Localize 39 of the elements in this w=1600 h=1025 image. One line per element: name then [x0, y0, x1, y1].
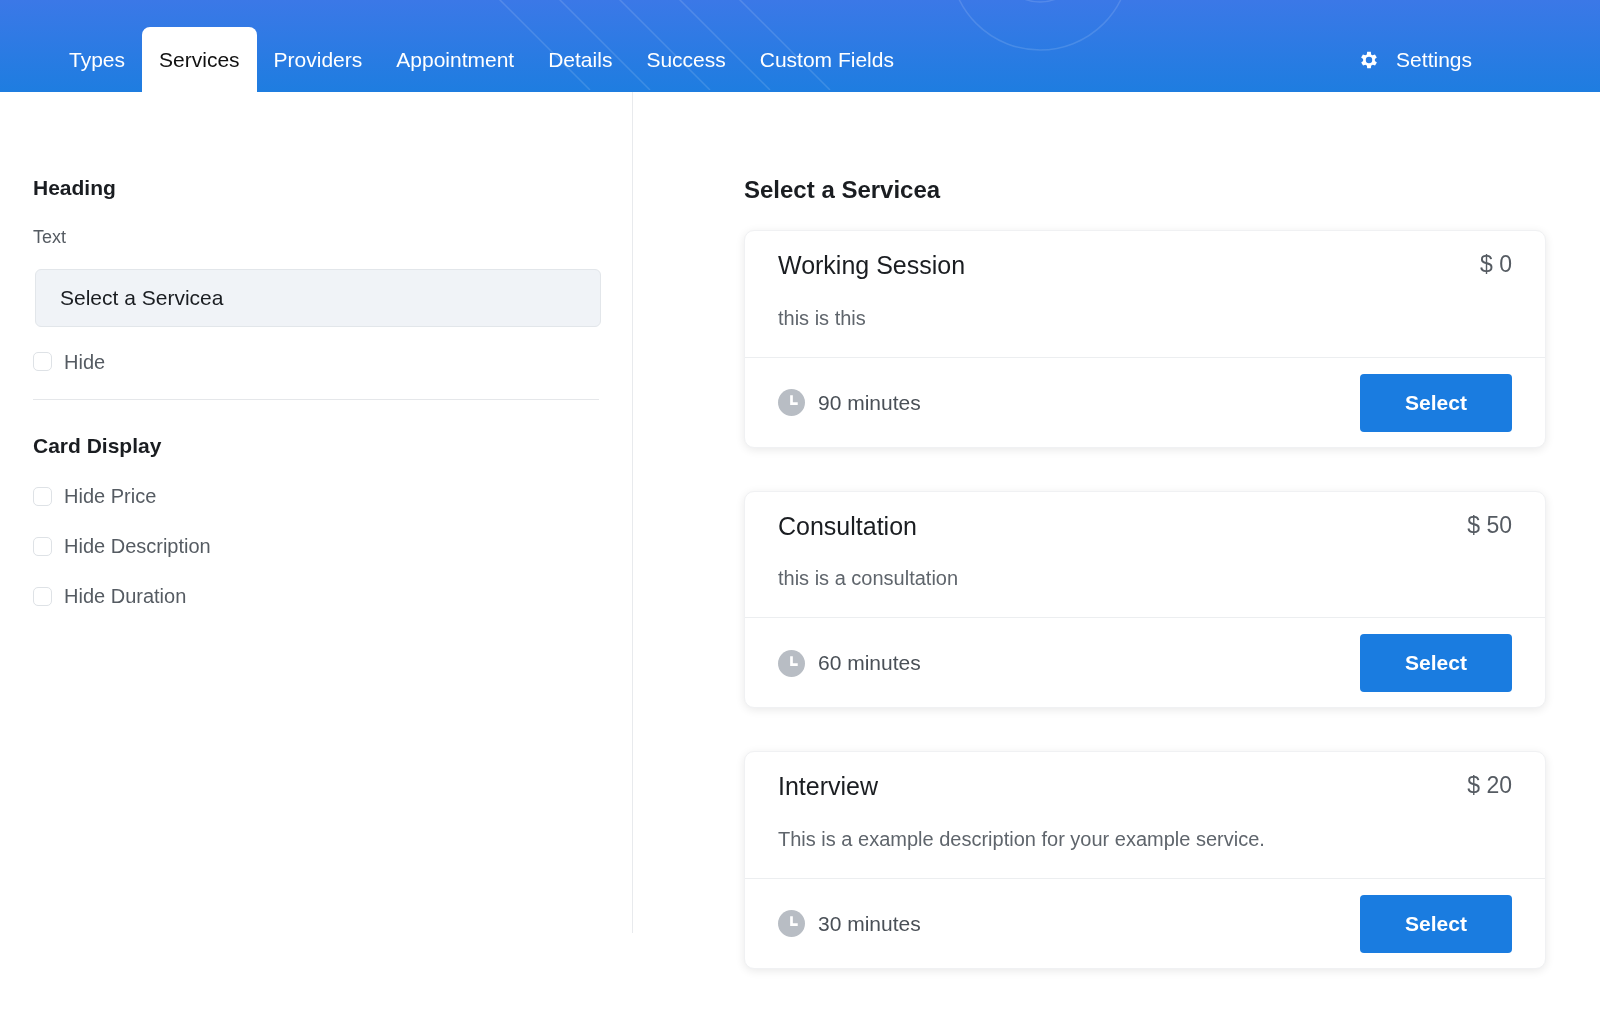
tab[interactable]: Success: [629, 27, 743, 92]
tab[interactable]: Providers: [256, 27, 380, 92]
service-name: Working Session: [778, 250, 966, 281]
clock-icon: [778, 649, 805, 677]
service-name: Consultation: [778, 510, 917, 542]
service-description: this is this: [778, 305, 867, 331]
select-button[interactable]: Select: [1360, 634, 1512, 692]
service-name: Interview: [778, 771, 879, 802]
section-title: Card Display: [33, 432, 163, 459]
field-label: Text: [33, 225, 67, 249]
checkbox-label: Hide: [64, 349, 106, 375]
service-duration: 90 minutes: [818, 389, 921, 416]
clock-icon: [778, 910, 805, 937]
checkbox-label: Hide Duration: [64, 584, 187, 609]
service-duration: 30 minutes: [818, 910, 921, 937]
text-input-field[interactable]: Select a Servicea: [35, 268, 601, 327]
checkbox-label: Hide Price: [64, 484, 157, 509]
tab[interactable]: Custom Fields: [742, 27, 911, 92]
tab[interactable]: Appointment: [379, 27, 532, 92]
select-button[interactable]: Select: [1360, 373, 1512, 432]
settings-button[interactable]: Settings: [1352, 27, 1478, 92]
checkbox[interactable]: [33, 586, 52, 606]
checkbox[interactable]: [33, 486, 52, 506]
tab[interactable]: Services: [142, 27, 257, 92]
checkbox[interactable]: [33, 536, 52, 556]
service-description: this is a consultation: [778, 566, 960, 591]
checkbox-label: Hide Description: [64, 534, 211, 559]
service-price: $ 50: [1467, 510, 1512, 540]
service-description: This is a example description for your example service.: [778, 826, 1266, 852]
select-button[interactable]: Select: [1360, 894, 1512, 953]
tab[interactable]: Details: [531, 27, 630, 92]
tab[interactable]: Types: [52, 27, 143, 92]
clock-icon: [778, 389, 805, 416]
service-duration: 60 minutes: [818, 650, 921, 677]
service-price: $ 0: [1480, 250, 1512, 279]
preview-title: Select a Servicea: [744, 175, 942, 205]
section-title: Heading: [33, 175, 117, 201]
service-price: $ 20: [1467, 771, 1512, 800]
checkbox[interactable]: [33, 352, 52, 371]
